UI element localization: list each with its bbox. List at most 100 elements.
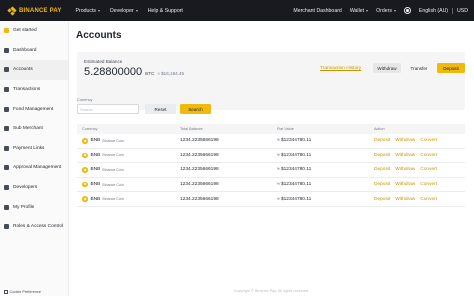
currency-cell: BNB Binance Coin — [77, 181, 175, 188]
table-header: Currency Total Balance Fiat Value Action — [77, 124, 465, 134]
copyright-footer: Copyright © Binance Pay. All rights rese… — [233, 289, 310, 293]
sidebar-item-fund-management[interactable]: Fund Management — [0, 99, 68, 119]
fiat-value-cell: ≈ $12344780.11 — [277, 138, 312, 144]
top-nav: Products Developer Help & Support — [76, 8, 193, 14]
deposit-button[interactable]: Deposit — [437, 63, 465, 73]
user-account-icon[interactable] — [403, 7, 411, 14]
currency-cell: BNB Binance Coin — [77, 196, 175, 202]
table-row: BNB Binance Coin 1234.2235666198 ≈ $12344… — [77, 163, 465, 178]
total-balance-cell: 1234.2235666198 — [180, 182, 219, 188]
deposit-link[interactable]: Deposit — [374, 153, 390, 158]
withdraw-link[interactable]: Withdraw — [395, 167, 415, 172]
convert-link[interactable]: Convert — [420, 167, 437, 172]
withdraw-link[interactable]: Withdraw — [395, 138, 415, 143]
sidebar-item-transactions[interactable]: Transactions — [0, 80, 68, 100]
sidebar-item-label: Sub Merchant — [13, 126, 43, 132]
chevron-down-icon — [366, 9, 369, 12]
withdraw-button[interactable]: Withdraw — [373, 63, 401, 73]
cookie-preference-link[interactable]: Cookie Preference — [4, 290, 41, 294]
action-cell: Deposit Withdraw Convert — [369, 167, 465, 172]
balance-row: 5.28800000 BTC ≈ $16,184.45 — [84, 66, 184, 78]
convert-link[interactable]: Convert — [420, 153, 437, 158]
merchant-icon — [4, 126, 9, 132]
convert-link[interactable]: Convert — [420, 138, 437, 143]
sidebar-item-sub-merchant[interactable]: Sub Merchant — [0, 119, 68, 139]
binance-pay-logo[interactable]: BINANCE PAY — [7, 5, 62, 16]
reset-button[interactable]: Reset — [145, 104, 176, 114]
total-balance-cell: 1234.2235666198 — [180, 152, 219, 158]
sidebar-item-get-started[interactable]: Get started — [0, 21, 68, 41]
bnb-coin-icon — [82, 152, 88, 159]
sidebar-item-my-profile[interactable]: My Profile — [0, 197, 68, 217]
orders-menu[interactable]: Orders — [376, 8, 396, 14]
convert-link[interactable]: Convert — [420, 197, 437, 202]
profile-icon — [4, 204, 9, 210]
bnb-coin-icon — [82, 181, 88, 188]
deposit-link[interactable]: Deposit — [374, 138, 390, 143]
fiat-value-cell: ≈ $12344780.11 — [277, 152, 312, 158]
withdraw-link[interactable]: Withdraw — [395, 182, 415, 187]
header-fiat-value: Fiat Value — [277, 127, 294, 131]
sidebar-item-accounts[interactable]: Accounts — [0, 60, 68, 80]
withdraw-link[interactable]: Withdraw — [395, 153, 415, 158]
deposit-link[interactable]: Deposit — [374, 197, 390, 202]
estimated-balance-card: Estimated Balance 5.28800000 BTC ≈ $16,1… — [77, 52, 465, 110]
merchant-dashboard-link[interactable]: Merchant Dashboard — [293, 8, 341, 14]
sidebar-item-label: Approval Management — [13, 165, 62, 171]
transaction-history-link[interactable]: Transaction History — [320, 66, 361, 71]
sidebar-item-dashboard[interactable]: Dashboard — [0, 41, 68, 61]
transactions-icon — [4, 87, 9, 93]
sidebar-item-roles-access[interactable]: Roles & Access Control — [0, 217, 68, 237]
sidebar-item-label: Get started — [13, 28, 37, 34]
action-cell: Deposit Withdraw Convert — [369, 197, 465, 202]
accounts-icon — [4, 67, 9, 73]
fiat-value-cell: ≈ $12344780.11 — [277, 182, 312, 188]
fiat-value-cell: ≈ $12344780.11 — [277, 196, 312, 202]
currency-selector[interactable]: USD — [457, 8, 468, 14]
currency-cell: BNB Binance Coin — [77, 138, 175, 144]
action-cell: Deposit Withdraw Convert — [369, 182, 465, 187]
header-action: Action — [374, 127, 385, 131]
currency-filter-label: Currency — [77, 98, 93, 102]
chevron-down-icon — [98, 9, 101, 12]
cookie-label: Cookie Preference — [9, 290, 41, 294]
nav-products[interactable]: Products — [75, 7, 101, 14]
coin-name: Binance Coin — [102, 167, 124, 172]
top-navigation-bar: BINANCE PAY Products Developer Help & Su… — [0, 0, 474, 21]
withdraw-link[interactable]: Withdraw — [395, 197, 415, 202]
coin-symbol: BNB — [90, 152, 101, 158]
logo-text: BINANCE PAY — [19, 7, 62, 14]
bnb-coin-icon — [82, 167, 88, 173]
link-icon — [4, 145, 9, 151]
sidebar-item-approval-management[interactable]: Approval Management — [0, 158, 68, 178]
fund-icon — [4, 106, 9, 112]
wallet-menu[interactable]: Wallet — [350, 8, 369, 14]
nav-developer[interactable]: Developer — [110, 8, 138, 14]
table-row: BNB Binance Coin 1234.2235666198 ≈ $12344… — [77, 192, 465, 207]
action-cell: Deposit Withdraw Convert — [369, 138, 465, 143]
coin-name: Binance Coin — [102, 153, 124, 158]
nav-help-label: Help & Support — [147, 7, 183, 14]
deposit-link[interactable]: Deposit — [374, 182, 390, 187]
header-currency: Currency — [82, 127, 98, 131]
header-total-balance: Total Balance — [180, 127, 203, 131]
sidebar-item-label: Fund Management — [13, 106, 54, 112]
deposit-link[interactable]: Deposit — [374, 167, 390, 172]
convert-link[interactable]: Convert — [420, 182, 437, 187]
sidebar-item-payment-links[interactable]: Payment Links — [0, 139, 68, 159]
roles-icon — [4, 224, 9, 230]
currency-cell: BNB Binance Coin — [77, 167, 175, 173]
sidebar-item-developers[interactable]: Developers — [0, 178, 68, 198]
search-button[interactable]: Search — [180, 104, 211, 114]
nav-help-support[interactable]: Help & Support — [148, 8, 183, 14]
nav-products-label: Products — [75, 7, 97, 14]
currency-search-input[interactable]: Search — [77, 104, 139, 114]
balance-amount: 5.28800000 — [84, 66, 143, 78]
bnb-coin-icon — [82, 196, 88, 202]
sidebar-item-label: My Profile — [13, 204, 35, 210]
language-selector[interactable]: English (AU) — [419, 8, 448, 14]
transfer-button[interactable]: Transfer — [405, 63, 433, 73]
balance-fiat: ≈ $16,184.45 — [157, 71, 185, 76]
balance-unit: BTC — [145, 71, 155, 76]
total-balance-cell: 1234.2235666198 — [180, 167, 219, 173]
